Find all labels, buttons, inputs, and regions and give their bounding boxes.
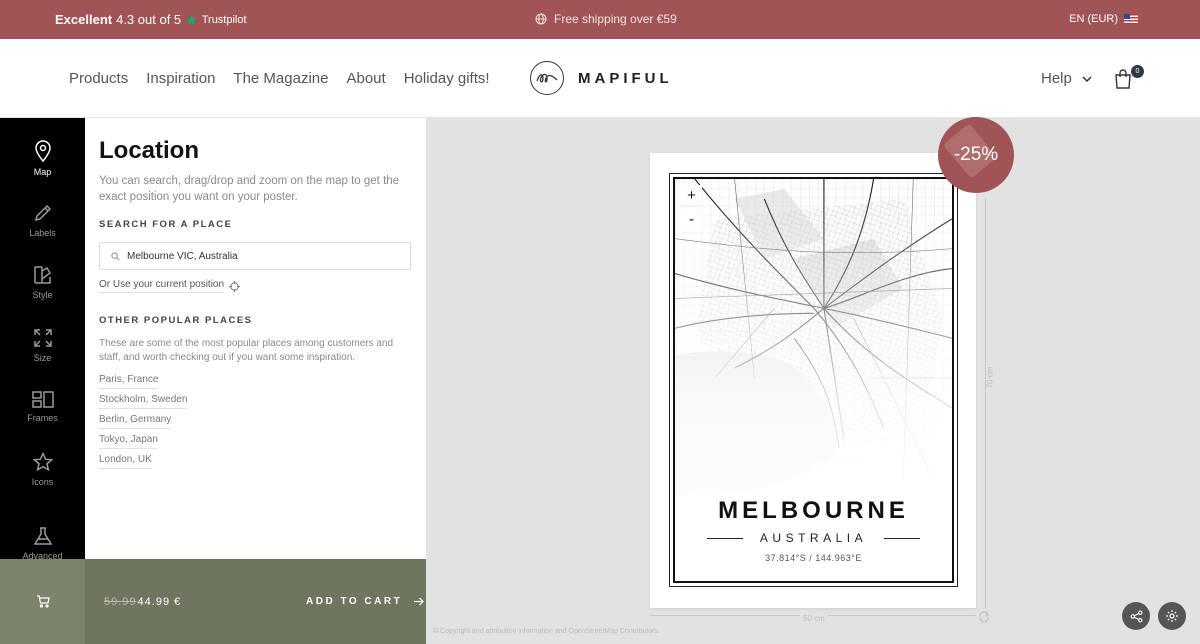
- title-rule-right: [884, 538, 920, 539]
- poster-frame: + - MELBOURNE AUSTRALIA 37.814°S / 144.9…: [669, 173, 958, 587]
- search-heading: SEARCH FOR A PLACE: [99, 219, 233, 230]
- resize-icon: [33, 329, 52, 347]
- language-label: EN (EUR): [1069, 13, 1118, 25]
- popular-description: These are some of the most popular place…: [99, 338, 394, 363]
- trustpilot-rating[interactable]: Excellent 4.3 out of 5 ★ Trustpilot: [55, 12, 247, 27]
- share-icon: [1130, 610, 1142, 622]
- nav-inspiration[interactable]: Inspiration: [146, 70, 215, 87]
- poster-coordinates: 37.814°S / 144.963°E: [765, 553, 862, 563]
- price-display: 59.9944.99 €: [104, 596, 181, 608]
- rail-label-frames: Frames: [27, 413, 58, 423]
- help-menu[interactable]: Help: [1041, 70, 1092, 87]
- chevron-down-icon: [1082, 75, 1092, 82]
- height-dimension-label: 70 cm: [985, 366, 995, 389]
- search-icon: [111, 251, 120, 260]
- arrow-right-icon: [414, 597, 425, 606]
- nav-about[interactable]: About: [346, 70, 385, 87]
- old-price: 59.99: [104, 596, 137, 608]
- pencil-icon: [34, 204, 51, 222]
- brand-name: MAPIFUL: [578, 69, 673, 87]
- rail-label-labels: Labels: [29, 228, 56, 238]
- poster-preview: + - MELBOURNE AUSTRALIA 37.814°S / 144.9…: [650, 153, 976, 608]
- site-header: Products Inspiration The Magazine About …: [0, 39, 1200, 118]
- rail-item-icons[interactable]: Icons: [0, 452, 85, 487]
- poster-canvas: -25% + - MELBOURNE AUSTRALIA 37.814°S / …: [426, 117, 1200, 644]
- current-position-label: Or Use your current position: [99, 279, 225, 293]
- rail-label-size: Size: [33, 353, 52, 363]
- settings-button[interactable]: [1158, 602, 1186, 630]
- language-selector[interactable]: EN (EUR): [1069, 13, 1138, 25]
- place-search-input[interactable]: [127, 250, 387, 262]
- place-link-berlin[interactable]: Berlin, Germany: [99, 414, 172, 429]
- rail-item-style[interactable]: Style: [0, 265, 85, 300]
- crosshair-icon: [229, 280, 241, 292]
- rail-item-advanced[interactable]: Advanced: [0, 526, 85, 559]
- add-to-cart-label: ADD TO CART: [306, 596, 403, 607]
- width-dimension-label: 50 cm: [800, 614, 828, 623]
- poster-map-area[interactable]: + - MELBOURNE AUSTRALIA 37.814°S / 144.9…: [673, 177, 954, 583]
- help-label: Help: [1041, 70, 1072, 87]
- popular-places-list: Paris, France Stockholm, Sweden Berlin, …: [99, 374, 188, 474]
- header-cart-button[interactable]: 0: [1114, 65, 1144, 91]
- shipping-info: Free shipping over €59: [535, 12, 677, 26]
- star-icon: [32, 452, 53, 472]
- rail-label-style: Style: [32, 290, 53, 300]
- brand-logo[interactable]: MAPIFUL: [530, 61, 673, 95]
- trustpilot-excellent: Excellent: [55, 12, 113, 27]
- add-to-cart-button[interactable]: ADD TO CART: [306, 596, 425, 607]
- discount-badge: -25%: [938, 117, 1014, 193]
- nav-products[interactable]: Products: [69, 70, 128, 87]
- zoom-in-button[interactable]: +: [681, 185, 702, 206]
- mini-cart-button[interactable]: [0, 559, 85, 644]
- promo-bar: Excellent 4.3 out of 5 ★ Trustpilot Free…: [0, 0, 1200, 39]
- location-panel: Location You can search, drag/drop and z…: [85, 118, 426, 559]
- shipping-text: Free shipping over €59: [554, 12, 677, 26]
- nav-magazine[interactable]: The Magazine: [233, 70, 328, 87]
- rail-item-frames[interactable]: Frames: [0, 390, 85, 423]
- place-link-stockholm[interactable]: Stockholm, Sweden: [99, 394, 188, 409]
- map-pin-icon: [34, 140, 51, 162]
- discount-label: -25%: [953, 144, 999, 165]
- shopping-bag-icon: [1115, 69, 1131, 89]
- cart-bar: 59.9944.99 € ADD TO CART: [0, 559, 426, 644]
- rail-item-size[interactable]: Size: [0, 328, 85, 363]
- main-nav: Products Inspiration The Magazine About …: [69, 70, 490, 87]
- panel-intro: You can search, drag/drop and zoom on th…: [99, 175, 400, 203]
- rail-label-advanced: Advanced: [22, 551, 63, 559]
- palette-icon: [33, 266, 51, 284]
- share-button[interactable]: [1122, 602, 1150, 630]
- flask-icon: [33, 527, 52, 545]
- nav-holiday-gifts[interactable]: Holiday gifts!: [404, 70, 490, 87]
- trustpilot-star-icon: ★: [185, 11, 198, 28]
- rail-label-map: Map: [33, 167, 52, 177]
- us-flag-icon: [1124, 14, 1138, 24]
- cart-count-badge: 0: [1131, 65, 1144, 78]
- trustpilot-brand: Trustpilot: [201, 13, 247, 26]
- rotate-orientation-icon[interactable]: [978, 611, 990, 623]
- frames-icon: [31, 391, 54, 408]
- place-link-paris[interactable]: Paris, France: [99, 374, 159, 389]
- height-dimension-line: [985, 198, 986, 608]
- panel-title: Location: [99, 137, 199, 164]
- editor-rail: Map Labels Style Size Frames Icons Advan…: [0, 118, 85, 559]
- popular-heading: OTHER POPULAR PLACES: [99, 315, 253, 326]
- use-current-position[interactable]: Or Use your current position: [99, 279, 241, 293]
- trustpilot-score: 4.3 out of 5: [116, 12, 182, 27]
- place-link-tokyo[interactable]: Tokyo, Japan: [99, 434, 158, 449]
- globe-icon: [535, 13, 547, 25]
- current-price: 44.99 €: [137, 596, 182, 608]
- map-attribution: © Copyright and attribution information …: [433, 628, 659, 635]
- rail-label-icons: Icons: [31, 477, 54, 487]
- rail-item-map[interactable]: Map: [0, 140, 85, 177]
- place-search-box[interactable]: [99, 242, 411, 270]
- cart-icon: [36, 595, 50, 608]
- place-link-london[interactable]: London, UK: [99, 454, 152, 469]
- logo-mark-icon: [530, 61, 564, 95]
- zoom-out-button[interactable]: -: [681, 209, 702, 230]
- gear-icon: [1166, 610, 1178, 622]
- poster-city-title: MELBOURNE: [718, 497, 909, 524]
- rail-item-labels[interactable]: Labels: [0, 203, 85, 238]
